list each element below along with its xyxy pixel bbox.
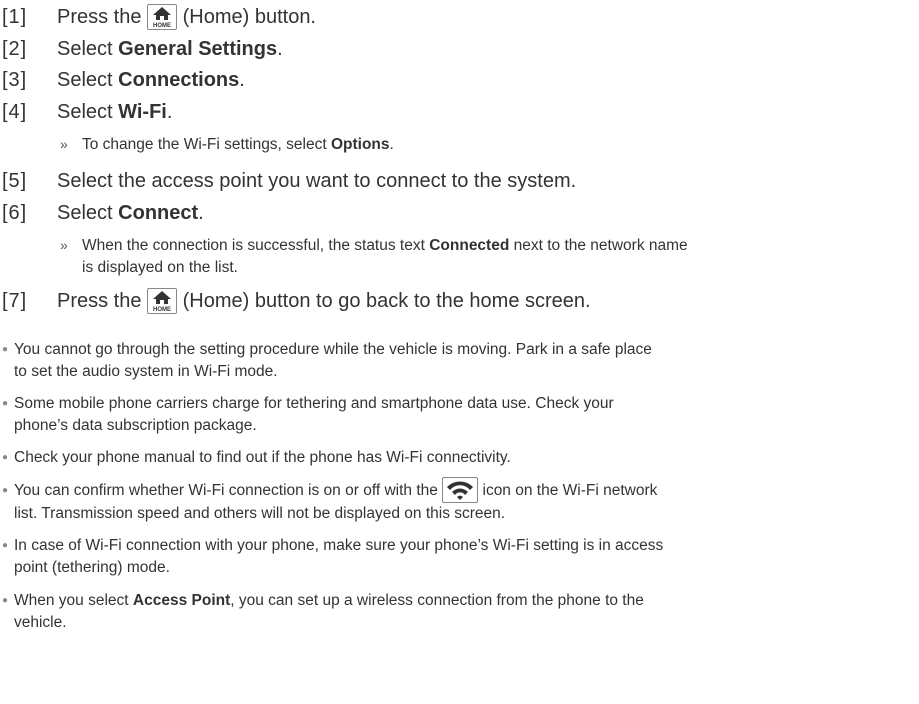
home-icon-label: HOME (153, 23, 171, 29)
step-number: [4] (2, 101, 28, 123)
step-5: [5] Select the access point you want to c… (2, 166, 576, 196)
note-text: To change the Wi-Fi settings, select (82, 136, 331, 153)
bullet-text-line2: vehicle. (14, 614, 67, 631)
bullet-dot: ● (2, 485, 9, 496)
step-number: [2] (2, 38, 28, 60)
step-3: [3] Select Connections. (2, 65, 245, 95)
instruction-page: [1] Press the HOME (Home) button. [2] Sele… (0, 0, 919, 704)
step-number: [3] (2, 69, 28, 91)
bullet-dot: ● (2, 344, 9, 355)
step-4: [4] Select Wi-Fi. (2, 97, 172, 127)
bullet-dot: ● (2, 452, 9, 463)
menu-connections: Connections (118, 69, 240, 91)
note-text-end: next to the network name (509, 237, 688, 254)
home-icon: HOME (147, 288, 178, 314)
note-text: When the connection is successful, the s… (82, 237, 430, 254)
bullet-text: You cannot go through the setting proced… (14, 341, 652, 358)
home-icon-label: HOME (153, 307, 171, 313)
step-text: Select (57, 69, 119, 91)
menu-connect: Connect (118, 202, 199, 224)
bullet-text-line2: to set the audio system in Wi-Fi mode. (14, 363, 278, 380)
bullet-note-3: ● Check your phone manual to find out if … (2, 447, 511, 469)
bullet-dot: ● (2, 540, 9, 551)
step-2: [2] Select General Settings. (2, 34, 283, 64)
step-text-end: (Home) button. (177, 6, 316, 28)
bullet-text-end: , you can set up a wireless connection f… (230, 592, 644, 609)
step-text: Select (57, 38, 119, 60)
chevron-right-icon: » (60, 237, 68, 253)
bullet-text: You can confirm whether Wi-Fi connection… (14, 482, 443, 499)
bullet-note-4: ● You can confirm whether Wi-Fi connectio… (2, 477, 657, 525)
note-text-end: . (389, 136, 394, 153)
step-7: [7] Press the HOME (Home) button to go ba… (2, 286, 591, 316)
step-text-end: . (277, 38, 283, 60)
step-text: Press the (57, 290, 148, 312)
bullet-dot: ● (2, 595, 9, 606)
step-text-end: . (166, 101, 173, 123)
bullet-text: When you select (14, 592, 133, 609)
wifi-icon (442, 477, 479, 503)
bullet-text-line2: list. Transmission speed and others will… (14, 505, 506, 522)
status-connected: Connected (429, 237, 510, 254)
step-6: [6] Select Connect. (2, 198, 204, 228)
note-step-6: » When the connection is successful, the … (60, 234, 688, 279)
bullet-note-2: ● Some mobile phone carriers charge for t… (2, 393, 614, 437)
step-text: Select (57, 101, 119, 123)
step-text-end: . (239, 69, 245, 91)
bullet-text: In case of Wi-Fi connection with your ph… (14, 537, 664, 554)
bullet-note-6: ● When you select Access Point, you can s… (2, 590, 644, 634)
home-icon: HOME (147, 4, 178, 30)
step-text: Select the access point you want to conn… (57, 170, 577, 192)
menu-general-settings: General Settings (118, 38, 278, 60)
step-text: Press the (57, 6, 148, 28)
step-number: [1] (2, 6, 28, 28)
step-number: [6] (2, 202, 28, 224)
bullet-note-5: ● In case of Wi-Fi connection with your p… (2, 535, 663, 579)
step-text-end: (Home) button to go back to the home scr… (177, 290, 591, 312)
step-text-end: . (198, 202, 204, 224)
bullet-text-end: icon on the Wi-Fi network (478, 482, 658, 499)
menu-options: Options (330, 136, 390, 153)
bullet-text-line2: phone’s data subscription package. (14, 417, 257, 434)
note-text-line2: is displayed on the list. (82, 259, 238, 276)
menu-wifi: Wi-Fi (118, 101, 167, 123)
step-number: [7] (2, 290, 28, 312)
step-1: [1] Press the HOME (Home) button. (2, 2, 316, 32)
menu-access-point: Access Point (132, 592, 231, 609)
bullet-text-line2: point (tethering) mode. (14, 559, 170, 576)
bullet-text: Some mobile phone carriers charge for te… (14, 395, 614, 412)
bullet-text: Check your phone manual to find out if t… (14, 449, 511, 466)
step-number: [5] (2, 170, 28, 192)
note-step-4: » To change the Wi-Fi settings, select Op… (60, 133, 394, 156)
chevron-right-icon: » (60, 136, 68, 152)
step-text: Select (57, 202, 119, 224)
bullet-note-1: ● You cannot go through the setting proce… (2, 339, 652, 383)
bullet-dot: ● (2, 398, 9, 409)
